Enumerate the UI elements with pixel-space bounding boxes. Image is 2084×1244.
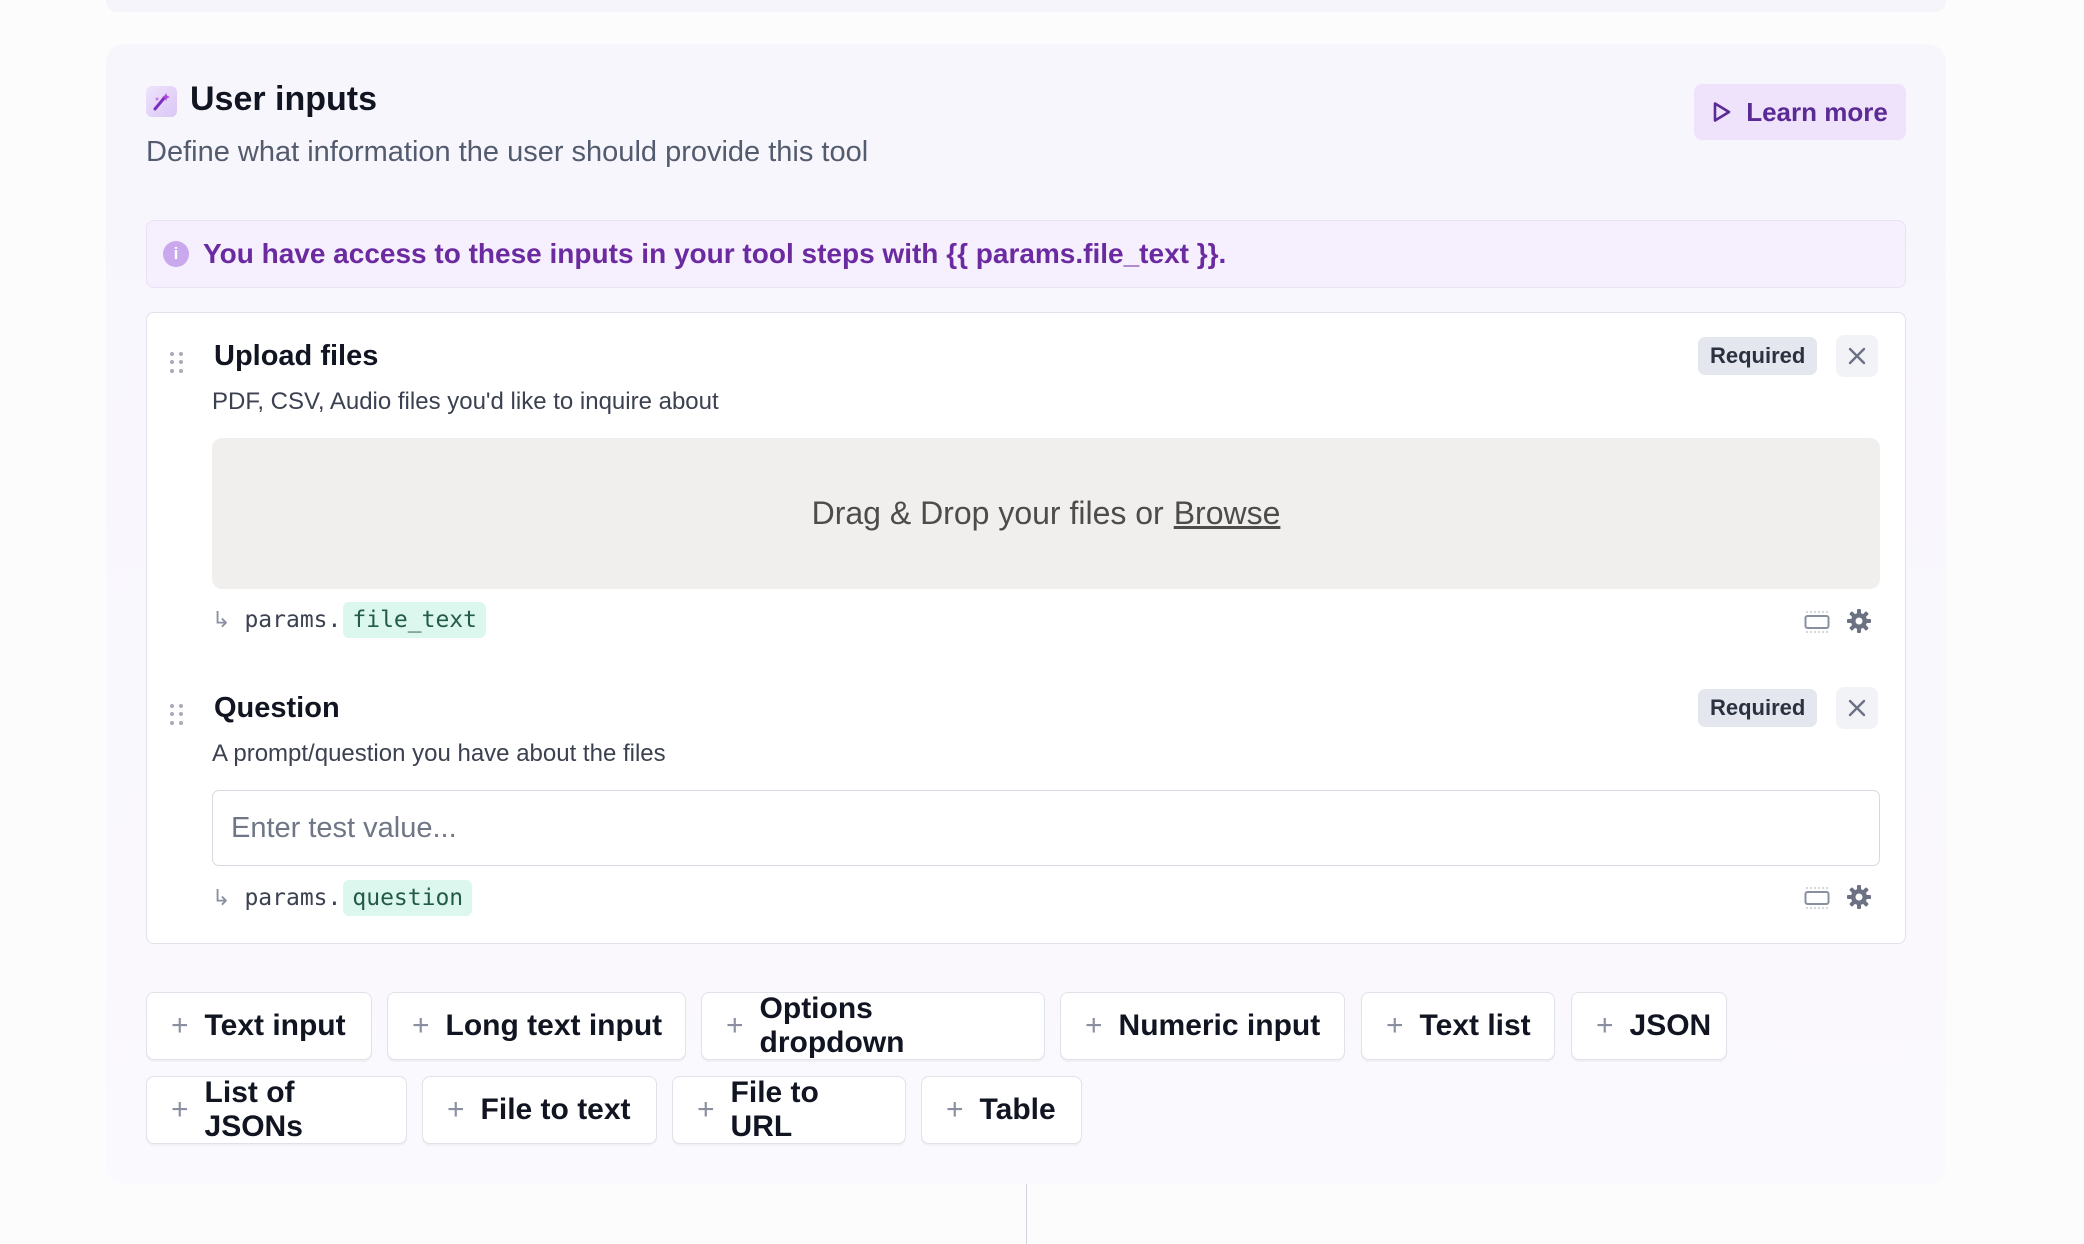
- add-button-label: Text list: [1419, 1009, 1531, 1042]
- plus-icon: +: [412, 1009, 430, 1042]
- param-key[interactable]: question: [343, 880, 473, 916]
- param-reference: ↳ params. file_text: [212, 602, 486, 638]
- required-badge: Required: [1698, 337, 1818, 375]
- param-reference: ↳ params. question: [212, 880, 473, 916]
- add-options-dropdown-button[interactable]: + Options dropdown: [701, 992, 1045, 1060]
- plus-icon: +: [946, 1093, 964, 1126]
- plus-icon: +: [1596, 1009, 1614, 1042]
- close-icon[interactable]: [1836, 687, 1878, 729]
- add-button-label: Options dropdown: [759, 992, 905, 1059]
- add-file-to-url-button[interactable]: + File to URL: [672, 1076, 906, 1144]
- gear-icon[interactable]: [1846, 608, 1872, 639]
- return-arrow-icon: ↳: [212, 607, 231, 633]
- add-button-label: Numeric input: [1118, 1009, 1321, 1042]
- plus-icon: +: [447, 1093, 465, 1126]
- add-button-label: File to text: [480, 1093, 631, 1126]
- plus-icon: +: [726, 1009, 744, 1042]
- param-prefix: params.: [244, 607, 342, 633]
- input-size-icon[interactable]: [1804, 610, 1830, 639]
- close-icon[interactable]: [1836, 335, 1878, 377]
- add-long-text-input-button[interactable]: + Long text input: [387, 992, 686, 1060]
- add-button-label: List of JSONs: [204, 1076, 303, 1143]
- wand-icon: [146, 86, 177, 117]
- plus-icon: +: [171, 1093, 189, 1126]
- field-description: PDF, CSV, Audio files you'd like to inqu…: [212, 388, 719, 415]
- plus-icon: +: [697, 1093, 715, 1126]
- dropzone-text: Drag & Drop your files or: [811, 495, 1164, 531]
- add-table-button[interactable]: + Table: [921, 1076, 1082, 1144]
- gear-icon[interactable]: [1846, 884, 1872, 915]
- add-button-label: Long text input: [445, 1009, 663, 1042]
- plus-icon: +: [171, 1009, 189, 1042]
- drag-handle-icon[interactable]: [170, 352, 184, 374]
- add-list-of-jsons-button[interactable]: + List of JSONs: [146, 1076, 407, 1144]
- browse-link[interactable]: Browse: [1174, 495, 1281, 532]
- field-description: A prompt/question you have about the fil…: [212, 740, 666, 767]
- field-title-upload-files: Upload files: [214, 340, 379, 372]
- params-info-banner: i You have access to these inputs in you…: [146, 220, 1906, 288]
- test-value-input[interactable]: [212, 790, 1880, 866]
- add-text-input-button[interactable]: + Text input: [146, 992, 372, 1060]
- learn-more-label: Learn more: [1746, 96, 1888, 127]
- plus-icon: +: [1085, 1009, 1103, 1042]
- info-icon: i: [163, 241, 189, 267]
- previous-section-edge: [106, 0, 1946, 12]
- add-json-button[interactable]: + JSON: [1571, 992, 1727, 1060]
- plus-icon: +: [1386, 1009, 1404, 1042]
- param-key[interactable]: file_text: [343, 602, 486, 638]
- add-button-label: Text input: [204, 1009, 346, 1042]
- input-size-icon[interactable]: [1804, 886, 1830, 915]
- add-button-label: JSON: [1629, 1009, 1712, 1042]
- add-button-label: File to URL: [730, 1076, 819, 1143]
- required-badge: Required: [1698, 689, 1818, 727]
- divider: [1026, 1184, 1027, 1244]
- play-icon: [1713, 102, 1731, 122]
- section-title: User inputs: [190, 80, 378, 118]
- learn-more-button[interactable]: Learn more: [1694, 84, 1906, 140]
- drag-handle-icon[interactable]: [170, 704, 184, 726]
- add-numeric-input-button[interactable]: + Numeric input: [1060, 992, 1345, 1060]
- add-file-to-text-button[interactable]: + File to text: [422, 1076, 657, 1144]
- field-title-question: Question: [214, 692, 340, 724]
- banner-text: You have access to these inputs in your …: [203, 238, 1227, 269]
- return-arrow-icon: ↳: [212, 885, 231, 911]
- add-text-list-button[interactable]: + Text list: [1361, 992, 1555, 1060]
- add-button-label: Table: [979, 1093, 1056, 1126]
- section-subtitle: Define what information the user should …: [146, 136, 869, 168]
- file-dropzone[interactable]: Drag & Drop your files or Browse: [212, 438, 1880, 589]
- param-prefix: params.: [244, 885, 342, 911]
